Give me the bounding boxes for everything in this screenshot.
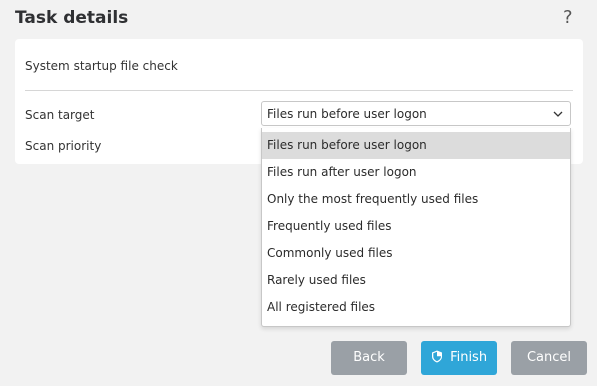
- task-name: System startup file check: [25, 59, 178, 73]
- scan-priority-label: Scan priority: [25, 139, 102, 153]
- back-button[interactable]: Back: [331, 341, 407, 375]
- dropdown-option[interactable]: Only the most frequently used files: [262, 186, 570, 213]
- scan-target-dropdown: Files run before user logon Files run af…: [261, 128, 571, 327]
- shield-icon: [431, 350, 442, 363]
- dropdown-option[interactable]: Files run after user logon: [262, 159, 570, 186]
- cancel-button-label: Cancel: [526, 350, 572, 365]
- dropdown-option[interactable]: Files run before user logon: [262, 132, 570, 159]
- dropdown-option[interactable]: Commonly used files: [262, 240, 570, 267]
- dropdown-option[interactable]: All registered files: [262, 294, 570, 321]
- finish-button-label: Finish: [450, 350, 488, 365]
- scan-target-value: Files run before user logon: [267, 107, 427, 121]
- scan-target-label: Scan target: [25, 108, 95, 122]
- help-icon[interactable]: ?: [563, 7, 573, 28]
- divider: [25, 90, 573, 91]
- finish-button[interactable]: Finish: [421, 341, 497, 375]
- dropdown-option[interactable]: Frequently used files: [262, 213, 570, 240]
- cancel-button[interactable]: Cancel: [511, 341, 587, 375]
- scan-target-select[interactable]: Files run before user logon: [261, 101, 571, 126]
- back-button-label: Back: [353, 350, 385, 365]
- page-title: Task details: [15, 8, 129, 28]
- dropdown-option[interactable]: Rarely used files: [262, 267, 570, 294]
- chevron-down-icon: [553, 111, 563, 117]
